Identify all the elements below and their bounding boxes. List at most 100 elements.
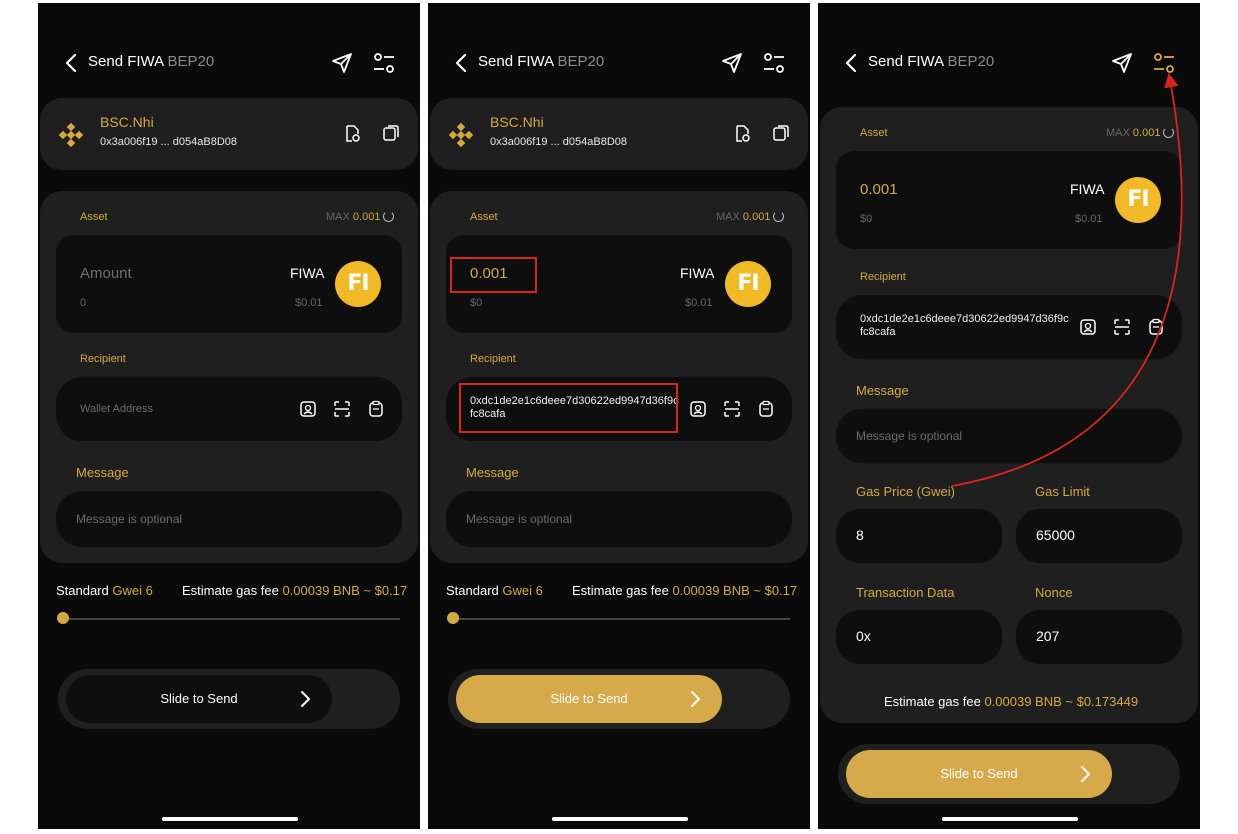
- home-indicator: [162, 817, 298, 821]
- gas-slider-track[interactable]: [450, 618, 790, 620]
- standard-label: Standard: [56, 583, 109, 598]
- slide-to-send-button[interactable]: Slide to Send: [846, 750, 1112, 798]
- slide-to-send-track[interactable]: Slide to Send: [58, 669, 400, 729]
- scan-icon[interactable]: [722, 399, 742, 419]
- copy-icon[interactable]: [380, 123, 402, 145]
- gas-slider-track[interactable]: [60, 618, 400, 620]
- wallet-address: 0x3a006f19 ... d054aB8D08: [490, 136, 628, 148]
- message-input[interactable]: Message is optional: [466, 512, 572, 526]
- scan-icon[interactable]: [332, 399, 352, 419]
- slide-to-send-label: Slide to Send: [160, 691, 238, 706]
- max-button[interactable]: MAX 0.001: [716, 211, 785, 223]
- settings-sliders-icon[interactable]: [1150, 49, 1178, 77]
- max-label: MAX: [1106, 127, 1130, 139]
- asset-label: Asset: [860, 127, 888, 139]
- max-button[interactable]: MAX 0.001: [1106, 127, 1175, 139]
- slide-to-send-track[interactable]: Slide to Send: [448, 669, 790, 729]
- asset-label: Asset: [80, 211, 108, 223]
- slide-to-send-track[interactable]: Slide to Send: [838, 744, 1180, 804]
- header: Send FIWA BEP20: [428, 43, 810, 85]
- nonce-label: Nonce: [1035, 585, 1073, 600]
- coin-price: $0.01: [685, 297, 713, 309]
- amount-input[interactable]: 0.001: [860, 181, 898, 198]
- back-arrow-icon[interactable]: [840, 51, 864, 75]
- send-icon[interactable]: [328, 49, 356, 77]
- copy-search-icon[interactable]: [342, 123, 364, 145]
- send-form-card: Asset MAX 0.001 0.001 $0 FIWA $0.01 FI R…: [430, 191, 808, 563]
- recipient-label: Recipient: [470, 353, 516, 365]
- tx-data-label: Transaction Data: [856, 585, 955, 600]
- nonce-field[interactable]: 207: [1016, 610, 1182, 664]
- tx-data-field[interactable]: 0x: [836, 610, 1002, 664]
- fiwa-logo-icon: FI: [335, 261, 381, 307]
- send-icon[interactable]: [718, 49, 746, 77]
- send-icon[interactable]: [1108, 49, 1136, 77]
- contact-icon[interactable]: [298, 399, 318, 419]
- tx-data-input[interactable]: 0x: [856, 628, 871, 644]
- back-arrow-icon[interactable]: [450, 51, 474, 75]
- message-field[interactable]: Message is optional: [836, 409, 1182, 463]
- max-value: 0.001: [1132, 127, 1161, 139]
- slide-to-send-label: Slide to Send: [550, 691, 628, 706]
- home-indicator: [942, 817, 1078, 821]
- wallet-card[interactable]: BSC.Nhi 0x3a006f19 ... d054aB8D08: [430, 98, 808, 170]
- gas-price-label: Gas Price (Gwei): [856, 484, 955, 499]
- recipient-field[interactable]: Wallet Address: [56, 377, 402, 441]
- header: Send FIWA BEP20: [818, 43, 1200, 85]
- phone-screen-filled-form: Send FIWA BEP20 BSC.Nhi 0x3a006f19 ... d…: [428, 3, 810, 829]
- clipboard-icon[interactable]: [1146, 317, 1166, 337]
- estimate-value: 0.00039 BNB ~ $0.17: [672, 583, 798, 598]
- max-button[interactable]: MAX 0.001: [326, 211, 395, 223]
- settings-sliders-icon[interactable]: [370, 49, 398, 77]
- contact-icon[interactable]: [1078, 317, 1098, 337]
- home-indicator: [552, 817, 688, 821]
- gas-price-field[interactable]: 8: [836, 509, 1002, 563]
- refresh-icon[interactable]: [1163, 127, 1175, 138]
- gas-limit-label: Gas Limit: [1035, 484, 1090, 499]
- max-label: MAX: [716, 211, 740, 223]
- settings-sliders-icon[interactable]: [760, 49, 788, 77]
- slide-to-send-button[interactable]: Slide to Send: [66, 675, 332, 723]
- max-value: 0.001: [742, 211, 771, 223]
- coin-price: $0.01: [1075, 213, 1103, 225]
- gwei-label: Gwei 6: [502, 583, 543, 598]
- gas-price-input[interactable]: 8: [856, 527, 864, 543]
- title-text: Send FIWA: [478, 53, 554, 70]
- max-label: MAX: [326, 211, 350, 223]
- refresh-icon[interactable]: [773, 211, 785, 222]
- copy-search-icon[interactable]: [732, 123, 754, 145]
- copy-icon[interactable]: [770, 123, 792, 145]
- recipient-field[interactable]: 0xdc1de2e1c6deee7d30622ed9947d36f9cfc8ca…: [836, 295, 1182, 359]
- scan-icon[interactable]: [1112, 317, 1132, 337]
- send-form-card: Asset MAX 0.001 Amount 0 FIWA $0.01 FI R…: [40, 191, 418, 563]
- gas-slider-knob[interactable]: [57, 612, 69, 624]
- recipient-input[interactable]: Wallet Address: [80, 403, 153, 415]
- message-input[interactable]: Message is optional: [856, 429, 962, 443]
- network-label: BEP20: [167, 53, 215, 70]
- message-field[interactable]: Message is optional: [446, 491, 792, 547]
- gas-estimate: Estimate gas fee 0.00039 BNB ~ $0.17: [182, 583, 407, 598]
- wallet-card[interactable]: BSC.Nhi 0x3a006f19 ... d054aB8D08: [40, 98, 418, 170]
- asset-box: 0.001 $0 FIWA $0.01 FI: [836, 151, 1182, 249]
- gas-limit-field[interactable]: 65000: [1016, 509, 1182, 563]
- chevron-right-icon: [691, 691, 701, 707]
- amount-fiat: $0: [860, 213, 873, 225]
- contact-icon[interactable]: [688, 399, 708, 419]
- message-input[interactable]: Message is optional: [76, 512, 182, 526]
- gas-standard: Standard Gwei 6: [446, 583, 543, 598]
- estimate-label: Estimate gas fee: [884, 694, 981, 709]
- slide-to-send-button[interactable]: Slide to Send: [456, 675, 722, 723]
- back-arrow-icon[interactable]: [60, 51, 84, 75]
- asset-label: Asset: [470, 211, 498, 223]
- clipboard-icon[interactable]: [366, 399, 386, 419]
- message-field[interactable]: Message is optional: [56, 491, 402, 547]
- recipient-input[interactable]: 0xdc1de2e1c6deee7d30622ed9947d36f9cfc8ca…: [860, 313, 1070, 339]
- nonce-input[interactable]: 207: [1036, 628, 1059, 644]
- refresh-icon[interactable]: [383, 211, 395, 222]
- gas-limit-input[interactable]: 65000: [1036, 527, 1075, 543]
- wallet-name: BSC.Nhi: [490, 114, 544, 130]
- amount-input[interactable]: Amount: [80, 265, 132, 282]
- gas-slider-knob[interactable]: [447, 612, 459, 624]
- clipboard-icon[interactable]: [756, 399, 776, 419]
- header: Send FIWA BEP20: [38, 43, 420, 85]
